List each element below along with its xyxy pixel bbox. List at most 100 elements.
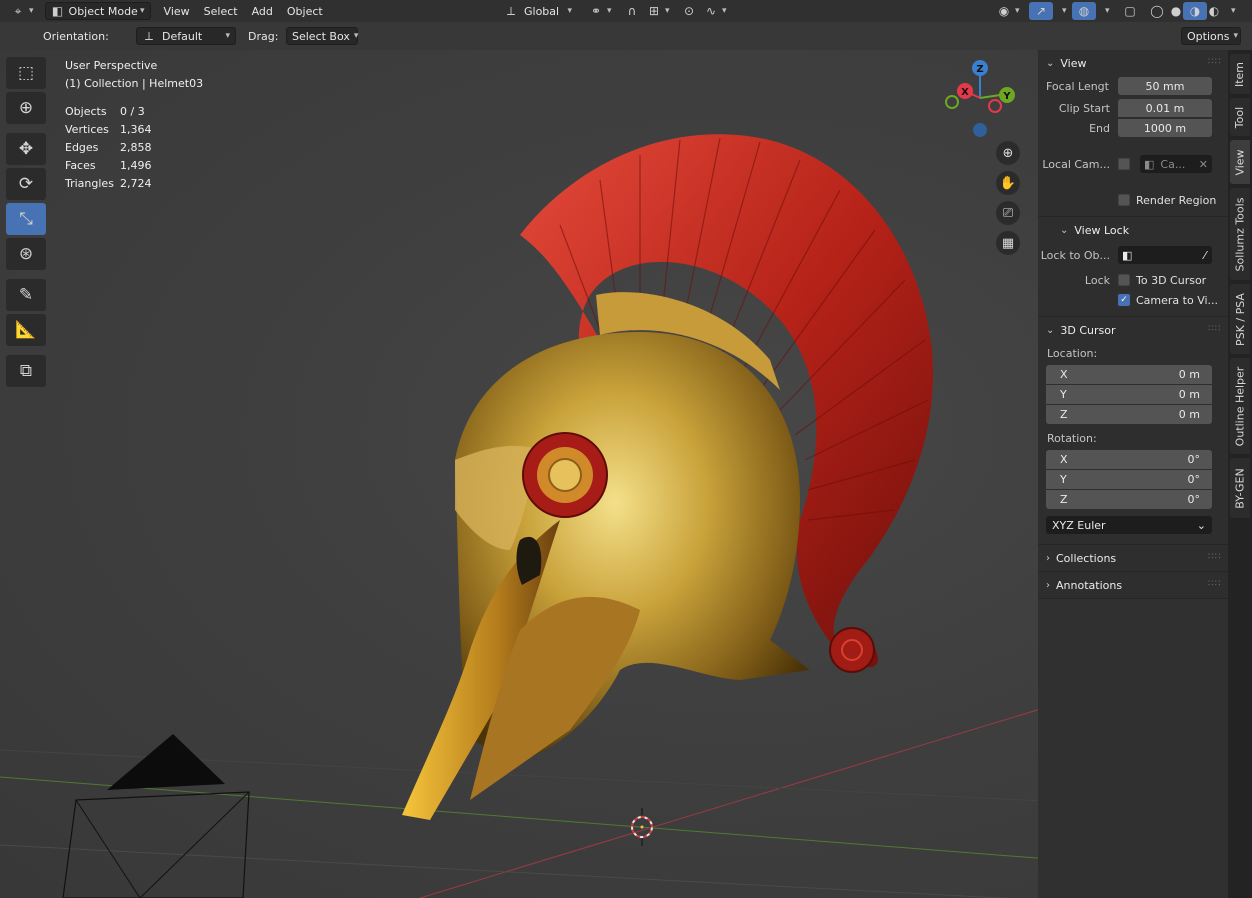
xray-toggle[interactable]: ▢ [1118, 2, 1142, 20]
overlays-toggle[interactable]: ◍ [1072, 2, 1096, 20]
overlays-dropdown[interactable]: ▾ [1096, 2, 1115, 20]
magnet-icon: ∩ [627, 4, 637, 18]
chevron-down-icon: ▾ [567, 6, 572, 16]
rotation-mode-dropdown[interactable]: XYZ Euler ⌄ [1046, 516, 1212, 534]
drag-grip-icon[interactable]: ∷∷ [1208, 58, 1220, 67]
view-lock-header[interactable]: ⌄ View Lock [1038, 217, 1228, 243]
mode-dropdown[interactable]: ◧ Object Mode ▾ [44, 2, 151, 20]
scale-tool[interactable]: ⤡ [6, 203, 46, 235]
cube-axes-icon: ⌖ [14, 4, 22, 18]
location-x-field[interactable]: X0 m [1046, 365, 1212, 384]
overlays-icon: ◍ [1078, 4, 1090, 18]
stat-row: Edges 2,858 [65, 141, 152, 154]
menu-object[interactable]: Object [280, 5, 330, 18]
clear-icon[interactable]: ✕ [1199, 158, 1208, 171]
camera-edge [139, 791, 250, 898]
proportional-falloff-dropdown[interactable]: ∿ ▾ [699, 2, 732, 20]
drag-grip-icon[interactable]: ∷∷ [1208, 580, 1220, 589]
object-mode-icon: ◧ [51, 4, 64, 18]
clip-start-field[interactable]: 0.01 m [1118, 99, 1212, 117]
tab-view[interactable]: View [1230, 140, 1250, 184]
proportional-editing-toggle[interactable]: ⊙ [677, 2, 701, 20]
editor-type-button[interactable]: ⌖ ▾ [6, 2, 39, 20]
move-tool[interactable]: ✥ [6, 133, 46, 165]
select-box-tool[interactable]: ⬚ [6, 57, 46, 89]
location-z-field[interactable]: Z0 m [1046, 405, 1212, 424]
view-lock-panel: ⌄ View Lock Lock to Ob... ◧ ⁄ Lock To 3D… [1038, 217, 1228, 317]
location-label: Location: [1047, 347, 1098, 360]
gizmo-neg-z[interactable] [973, 123, 987, 137]
zoom-button[interactable]: ⊕ [996, 141, 1020, 165]
focal-length-field[interactable]: 50 mm [1118, 77, 1212, 95]
collections-header[interactable]: › Collections ∷∷ [1038, 545, 1228, 571]
navigation-gizmo[interactable]: Z Y X [940, 58, 1020, 138]
collections-title: Collections [1056, 551, 1117, 565]
menu-select[interactable]: Select [197, 5, 245, 18]
viewport-info-overlay: User Perspective (1) Collection | Helmet… [65, 57, 203, 193]
tab-tool[interactable]: Tool [1230, 98, 1250, 136]
drag-grip-icon[interactable]: ∷∷ [1208, 553, 1220, 562]
gizmo-neg-y[interactable] [945, 95, 959, 109]
annotate-tool[interactable]: ✎ [6, 279, 46, 311]
sidebar-tabs: Item Tool View Sollumz Tools PSK / PSA O… [1228, 50, 1252, 898]
view-panel-header[interactable]: ⌄ View ∷∷ [1038, 50, 1228, 76]
local-camera-field[interactable]: ◧ Ca... ✕ [1140, 155, 1212, 173]
chevron-down-icon: ▾ [1105, 6, 1110, 16]
menu-add[interactable]: Add [245, 5, 280, 18]
lock-object-field[interactable]: ◧ ⁄ [1118, 246, 1212, 264]
add-cube-tool[interactable]: ⧉ [6, 355, 46, 387]
measure-tool[interactable]: 📐 [6, 314, 46, 346]
tab-item[interactable]: Item [1230, 54, 1250, 94]
location-vector: X0 m Y0 m Z0 m [1046, 365, 1212, 424]
annotate-icon: ✎ [18, 285, 34, 305]
camera-object[interactable] [62, 734, 250, 898]
visibility-dropdown[interactable]: ◉ ▾ [992, 2, 1025, 20]
pan-button[interactable]: ✋ [996, 171, 1020, 195]
rotate-tool[interactable]: ⟳ [6, 168, 46, 200]
tab-by-gen[interactable]: BY-GEN [1230, 458, 1250, 518]
rotation-z-field[interactable]: Z 0° [1046, 490, 1212, 509]
rosette-center [548, 458, 582, 492]
local-camera-row: Local Cam... ◧ Ca... ✕ [1038, 154, 1228, 174]
options-dropdown[interactable]: Options ▾ [1181, 27, 1241, 45]
chevron-down-icon: ▾ [353, 31, 359, 41]
lock-to-cursor-checkbox[interactable] [1118, 274, 1130, 286]
cursor-icon: ⊕ [18, 98, 34, 118]
drag-dropdown[interactable]: Select Box ▾ [286, 27, 358, 45]
gizmo-neg-x[interactable] [988, 99, 1002, 113]
gizmo-toggle[interactable]: ↗ [1029, 2, 1053, 20]
camera-to-view-checkbox[interactable]: ✓ [1118, 294, 1130, 306]
snap-target-dropdown[interactable]: ⊞ ▾ [642, 2, 675, 20]
rotation-y-field[interactable]: Y 0° [1046, 470, 1212, 489]
gizmo-dropdown[interactable]: ▾ [1053, 2, 1072, 20]
rotation-x-field[interactable]: X 0° [1046, 450, 1212, 469]
drag-grip-icon[interactable]: ∷∷ [1208, 325, 1220, 334]
3d-cursor-header[interactable]: ⌄ 3D Cursor ∷∷ [1038, 317, 1228, 343]
3d-cursor-title: 3D Cursor [1060, 323, 1116, 337]
location-y-field[interactable]: Y0 m [1046, 385, 1212, 404]
render-region-checkbox[interactable] [1118, 194, 1130, 206]
shading-dropdown[interactable]: ▾ [1222, 2, 1241, 20]
cursor-tool[interactable]: ⊕ [6, 92, 46, 124]
snap-toggle[interactable]: ∩ [620, 2, 644, 20]
transform-tool[interactable]: ⊛ [6, 238, 46, 270]
eyedropper-icon[interactable]: ⁄ [1204, 249, 1206, 262]
perspective-toggle-button[interactable]: ▦ [996, 231, 1020, 255]
camera-view-button[interactable]: ⎚ [996, 201, 1020, 225]
clip-end-field[interactable]: 1000 m [1118, 119, 1212, 137]
tab-outline-helper[interactable]: Outline Helper [1230, 358, 1250, 454]
zoom-magnifier-icon: ⊕ [1002, 145, 1014, 161]
transform-orientation-dropdown[interactable]: ⟂ Global ▾ [499, 2, 577, 20]
pivot-point-dropdown[interactable]: ⚭ ▾ [584, 2, 617, 20]
orientation-axes-icon: ⟂ [144, 29, 153, 43]
tool-shelf: ⬚ ⊕ ✥ ⟳ ⤡ ⊛ ✎ 📐 ⧉ [6, 57, 48, 390]
helmet-mesh[interactable] [402, 134, 934, 820]
tab-psk-psa[interactable]: PSK / PSA [1230, 284, 1250, 354]
annotations-header[interactable]: › Annotations ∷∷ [1038, 572, 1228, 598]
local-camera-checkbox[interactable] [1118, 158, 1130, 170]
orientation-dropdown[interactable]: ⟂ Default ▾ [136, 27, 236, 45]
chevron-down-icon: ▾ [225, 31, 230, 41]
menu-view[interactable]: View [157, 5, 197, 18]
header-menus: View Select Add Object [157, 5, 330, 18]
tab-sollumz-tools[interactable]: Sollumz Tools [1230, 188, 1250, 280]
